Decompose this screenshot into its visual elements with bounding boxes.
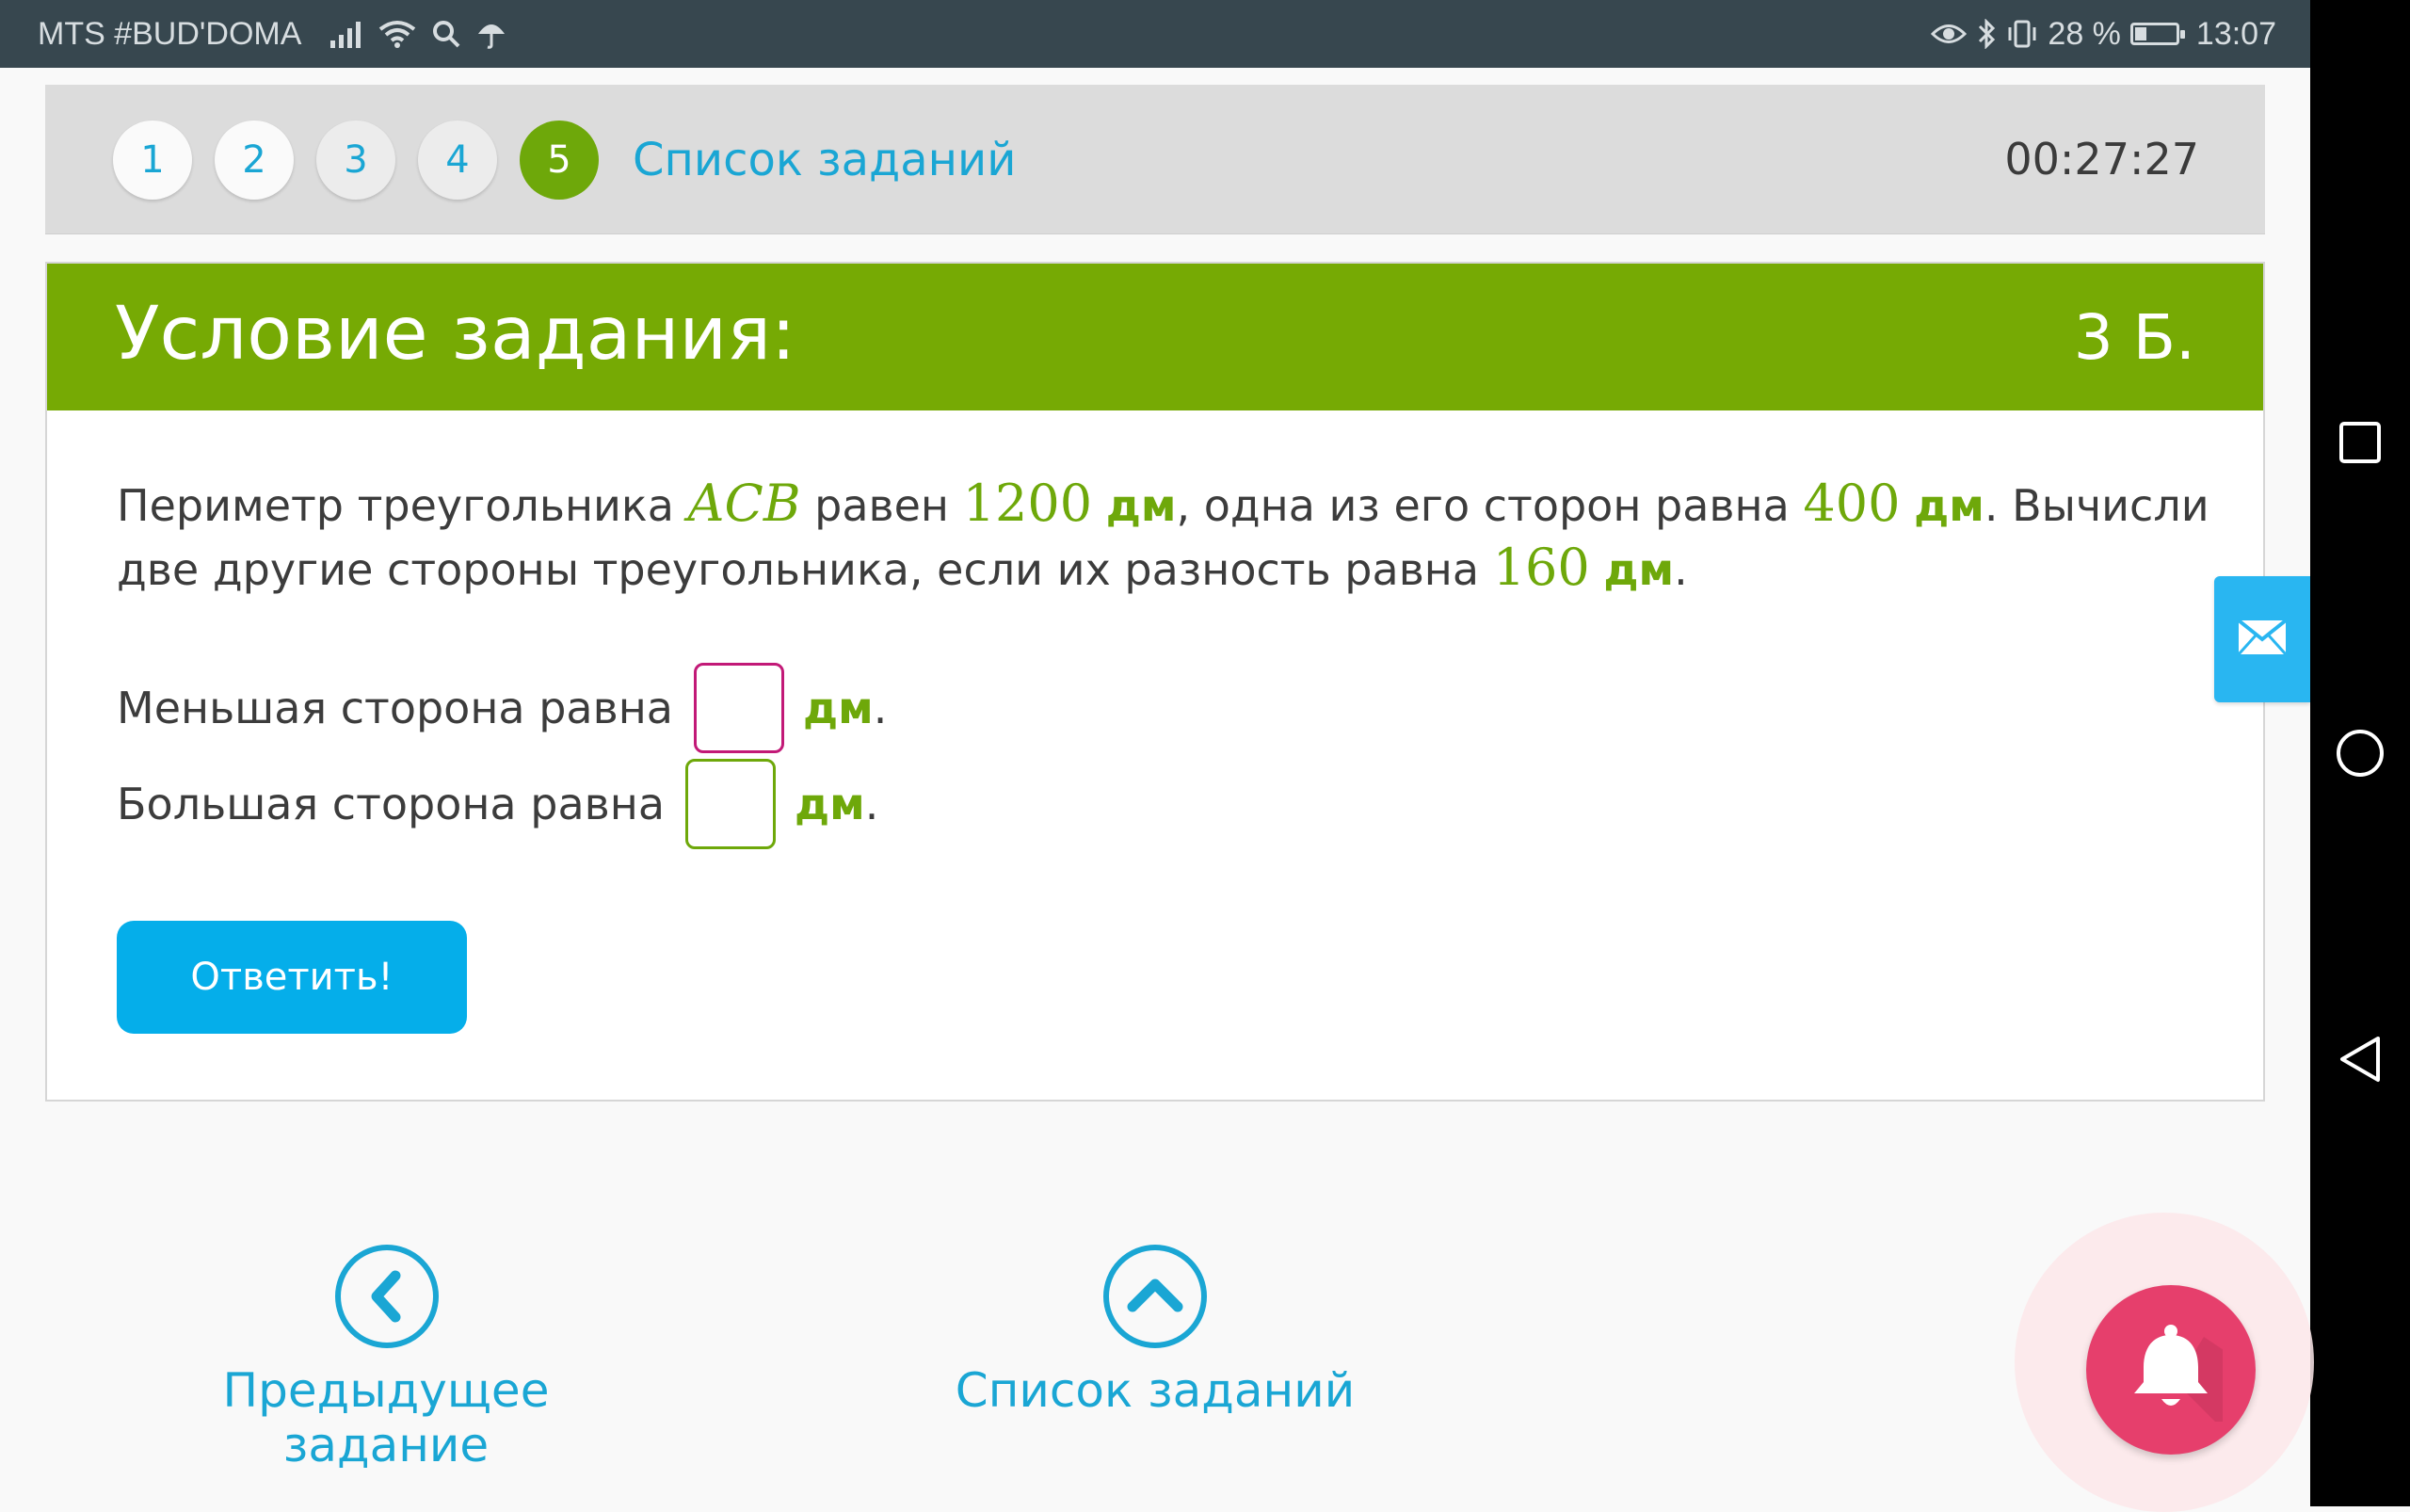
- feedback-tab[interactable]: [2214, 576, 2310, 702]
- back-triangle-icon[interactable]: [2310, 1012, 2410, 1106]
- task-list-button[interactable]: [1103, 1245, 1207, 1348]
- larger-side-unit: дм: [795, 779, 865, 829]
- home-circle-icon[interactable]: [2310, 706, 2410, 800]
- larger-side-input[interactable]: [685, 759, 777, 849]
- envelope-icon: [2237, 619, 2288, 660]
- question-tab-3[interactable]: 3: [316, 121, 395, 200]
- larger-side-label: Большая сторона равна: [117, 779, 666, 829]
- task-header: Условие задания: 3 Б.: [47, 264, 2263, 410]
- chevron-up-icon: [1127, 1279, 1183, 1312]
- perimeter-value: 1200: [962, 474, 1093, 533]
- side-value: 400: [1803, 474, 1901, 533]
- umbrella-icon: [476, 19, 506, 49]
- difference-value: 160: [1492, 538, 1590, 597]
- status-bar: MTS #BUD'DOMA 28 % 13:07: [0, 0, 2310, 68]
- unit-label: дм: [1914, 480, 1984, 531]
- submit-button[interactable]: Ответить!: [117, 921, 467, 1034]
- smaller-side-input[interactable]: [693, 663, 784, 753]
- smaller-side-label: Меньшая сторона равна: [117, 683, 673, 733]
- signal-icon: [329, 20, 363, 48]
- question-tab-1[interactable]: 1: [113, 121, 192, 200]
- larger-side-row: Большая сторона равна дм.: [117, 759, 878, 849]
- bell-icon: [2134, 1325, 2223, 1422]
- system-nav-bar: [2310, 0, 2410, 1506]
- battery-percent: 28 %: [2048, 15, 2121, 52]
- chevron-left-icon: [371, 1270, 401, 1323]
- unit-label: дм: [1105, 480, 1177, 531]
- unit-label: дм: [1603, 544, 1675, 595]
- task-list-label[interactable]: Список заданий: [941, 1363, 1369, 1418]
- clock: 13:07: [2195, 15, 2276, 52]
- task-title: Условие задания:: [115, 292, 796, 377]
- previous-task-label[interactable]: Предыдущее задание: [141, 1363, 631, 1472]
- problem-text: Периметр треугольника ACB равен 1200 дм,…: [117, 474, 2209, 597]
- battery-icon: [2129, 23, 2185, 45]
- carrier-name: MTS #BUD'DOMA: [38, 15, 302, 52]
- previous-task-button[interactable]: [335, 1245, 439, 1348]
- search-icon: [431, 19, 461, 49]
- smaller-side-unit: дм: [802, 683, 874, 733]
- notifications-button[interactable]: [2086, 1285, 2256, 1455]
- smaller-side-row: Меньшая сторона равна дм.: [117, 663, 887, 753]
- vibrate-icon: [2006, 19, 2038, 49]
- wifi-icon: [378, 20, 416, 48]
- timer: 00:27:27: [2004, 134, 2199, 185]
- task-list-link[interactable]: Список заданий: [633, 134, 1016, 186]
- eye-icon: [1931, 22, 1968, 46]
- recents-square-icon[interactable]: [2310, 395, 2410, 490]
- bluetooth-icon: [1976, 19, 1997, 49]
- question-tab-4[interactable]: 4: [418, 121, 497, 200]
- question-tab-2[interactable]: 2: [215, 121, 294, 200]
- question-tab-5[interactable]: 5: [520, 121, 599, 200]
- task-points: 3 Б.: [2073, 301, 2195, 374]
- triangle-name: ACB: [687, 474, 801, 533]
- task-card: Условие задания: 3 Б. Периметр треугольн…: [45, 262, 2265, 1102]
- question-tabs-bar: 1 2 3 4 5 Список заданий 00:27:27: [45, 85, 2265, 234]
